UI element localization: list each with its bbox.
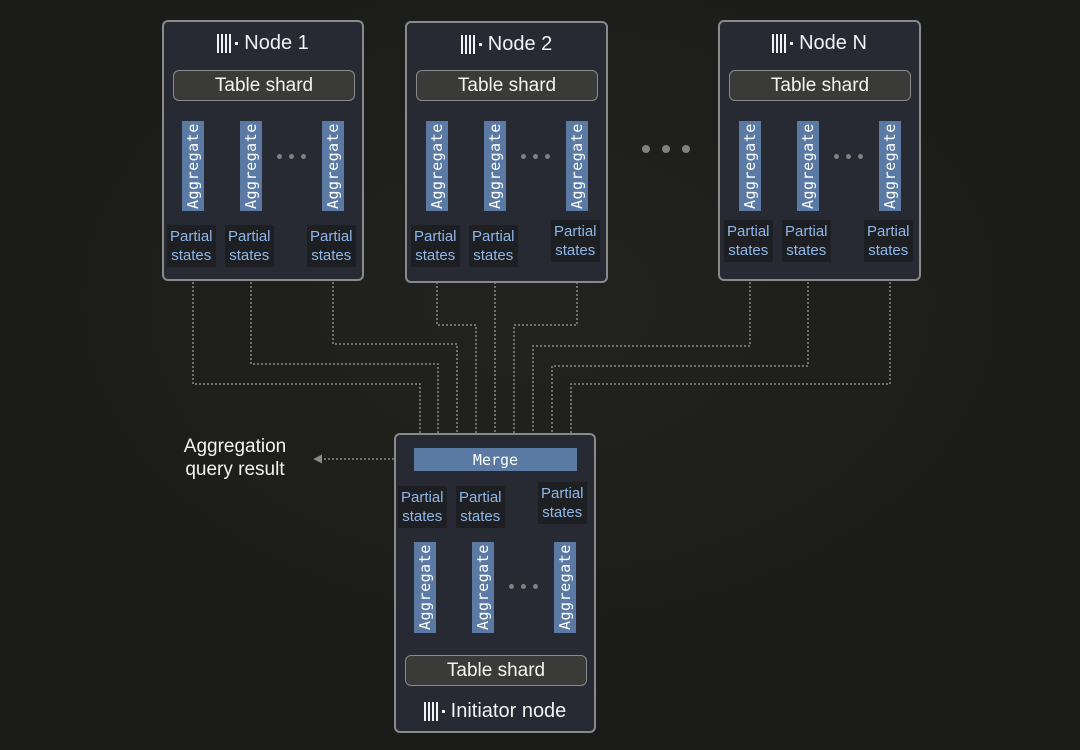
partial-states: Partial states bbox=[551, 220, 600, 262]
ellipsis-icon bbox=[521, 154, 550, 159]
node-title: Node 2 bbox=[407, 33, 606, 56]
partial-states: Partial states bbox=[724, 220, 773, 262]
aggregate-box: Aggregate bbox=[240, 121, 262, 211]
clickhouse-logo-icon bbox=[423, 702, 445, 722]
aggregate-box: Aggregate bbox=[739, 121, 761, 211]
merge-box: Merge bbox=[414, 448, 577, 471]
node-title-text: Node 1 bbox=[244, 32, 309, 54]
aggregate-box: Aggregate bbox=[554, 542, 576, 633]
partial-states: Partial states bbox=[456, 486, 505, 528]
node-title: Node 1 bbox=[164, 32, 362, 55]
table-shard: Table shard bbox=[405, 655, 587, 686]
node-title: Node N bbox=[720, 32, 919, 55]
aggregate-box: Aggregate bbox=[322, 121, 344, 211]
node-title: Initiator node bbox=[396, 700, 594, 723]
aggregate-box: Aggregate bbox=[426, 121, 448, 211]
clickhouse-logo-icon bbox=[772, 34, 794, 54]
aggregate-box: Aggregate bbox=[182, 121, 204, 211]
aggregate-box: Aggregate bbox=[566, 121, 588, 211]
ellipsis-icon bbox=[509, 584, 538, 589]
aggregate-box: Aggregate bbox=[879, 121, 901, 211]
partial-states: Partial states bbox=[782, 220, 831, 262]
partial-states: Partial states bbox=[538, 482, 587, 524]
clickhouse-logo-icon bbox=[460, 35, 482, 55]
clickhouse-logo-icon bbox=[217, 34, 239, 54]
partial-states: Partial states bbox=[307, 225, 356, 267]
aggregation-result-label: Aggregation query result bbox=[183, 436, 287, 480]
ellipsis-icon bbox=[277, 154, 306, 159]
aggregate-box: Aggregate bbox=[484, 121, 506, 211]
node-title-text: Node 2 bbox=[487, 33, 553, 55]
node-title-text: Initiator node bbox=[450, 700, 567, 722]
partial-states: Partial states bbox=[469, 225, 518, 267]
node-title-text: Node N bbox=[799, 32, 867, 54]
aggregate-box: Aggregate bbox=[797, 121, 819, 211]
partial-states: Partial states bbox=[167, 225, 216, 267]
table-shard: Table shard bbox=[729, 70, 911, 101]
partial-states: Partial states bbox=[864, 220, 913, 262]
aggregate-box: Aggregate bbox=[414, 542, 436, 633]
table-shard: Table shard bbox=[173, 70, 355, 101]
partial-states: Partial states bbox=[411, 225, 460, 267]
more-nodes-ellipsis-icon bbox=[642, 145, 690, 153]
aggregate-box: Aggregate bbox=[472, 542, 494, 633]
ellipsis-icon bbox=[834, 154, 863, 159]
table-shard: Table shard bbox=[416, 70, 598, 101]
partial-states: Partial states bbox=[398, 486, 447, 528]
partial-states: Partial states bbox=[225, 225, 274, 267]
